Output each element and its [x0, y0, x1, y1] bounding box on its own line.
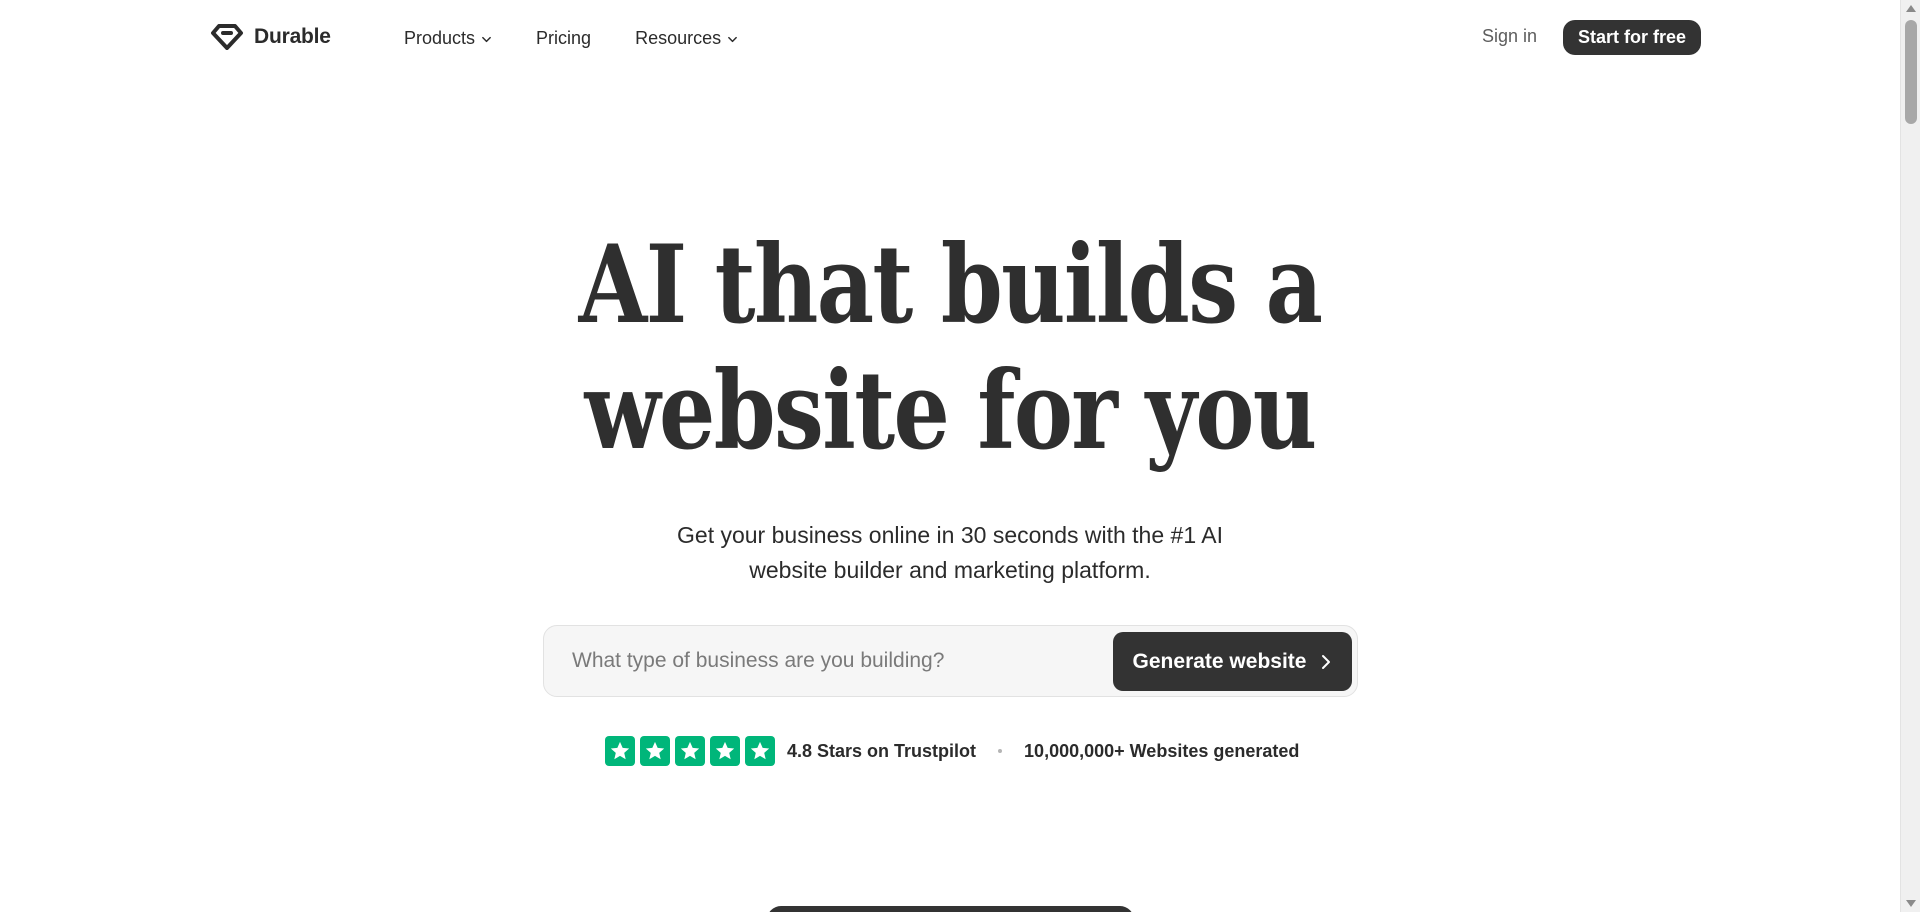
hero-title-line-1: AI that builds a	[578, 222, 1323, 348]
star-icon	[605, 736, 635, 766]
star-icon	[710, 736, 740, 766]
business-type-input[interactable]	[572, 640, 1092, 682]
star-icon	[675, 736, 705, 766]
page: Durable Products Pricing Resources Sign …	[0, 0, 1920, 912]
chevron-right-icon	[1322, 654, 1331, 669]
generate-website-label: Generate website	[1132, 649, 1307, 673]
top-navigation: Durable Products Pricing Resources Sign …	[0, 0, 1900, 75]
scroll-down-arrow-icon[interactable]	[1905, 899, 1917, 909]
hero-subtitle: Get your business online in 30 seconds w…	[610, 518, 1290, 588]
nav-item-label: Products	[404, 27, 476, 48]
diamond-logo-icon	[211, 24, 243, 50]
nav-item-products[interactable]: Products	[404, 28, 492, 49]
brand-logo[interactable]: Durable	[210, 22, 331, 52]
website-generator-form: Generate website	[543, 625, 1358, 697]
websites-generated-count: 10,000,000+ Websites generated	[1024, 740, 1300, 761]
scroll-up-arrow-icon[interactable]	[1905, 3, 1917, 13]
nav-item-pricing[interactable]: Pricing	[536, 28, 591, 49]
start-for-free-button[interactable]: Start for free	[1563, 20, 1701, 55]
hero-title: AI that builds a website for you	[171, 222, 1729, 474]
generate-website-button[interactable]: Generate website	[1113, 632, 1352, 691]
chevron-down-icon	[482, 36, 491, 42]
brand-name: Durable	[254, 25, 331, 48]
trustpilot-stars	[605, 736, 775, 766]
nav-item-label: Resources	[635, 27, 722, 48]
separator-dot	[998, 749, 1003, 753]
trust-bar: 4.8 Stars on Trustpilot 10,000,000+ Webs…	[605, 736, 1299, 766]
nav-item-resources[interactable]: Resources	[635, 28, 738, 49]
nav-item-label: Pricing	[536, 27, 592, 48]
scrollbar-thumb[interactable]	[1905, 20, 1917, 124]
hero-subtitle-line-1: Get your business online in 30 seconds w…	[677, 522, 1223, 548]
star-icon	[745, 736, 775, 766]
hero-subtitle-line-2: website builder and marketing platform.	[749, 557, 1151, 583]
star-icon	[640, 736, 670, 766]
trustpilot-rating: 4.8 Stars on Trustpilot	[787, 740, 977, 761]
nav-links: Products Pricing Resources	[404, 24, 738, 52]
next-section-card	[767, 906, 1134, 912]
vertical-scrollbar[interactable]	[1900, 0, 1920, 912]
hero-title-line-2: website for you	[584, 348, 1317, 474]
chevron-down-icon	[728, 36, 738, 42]
sign-in-link[interactable]: Sign in	[1482, 26, 1537, 47]
